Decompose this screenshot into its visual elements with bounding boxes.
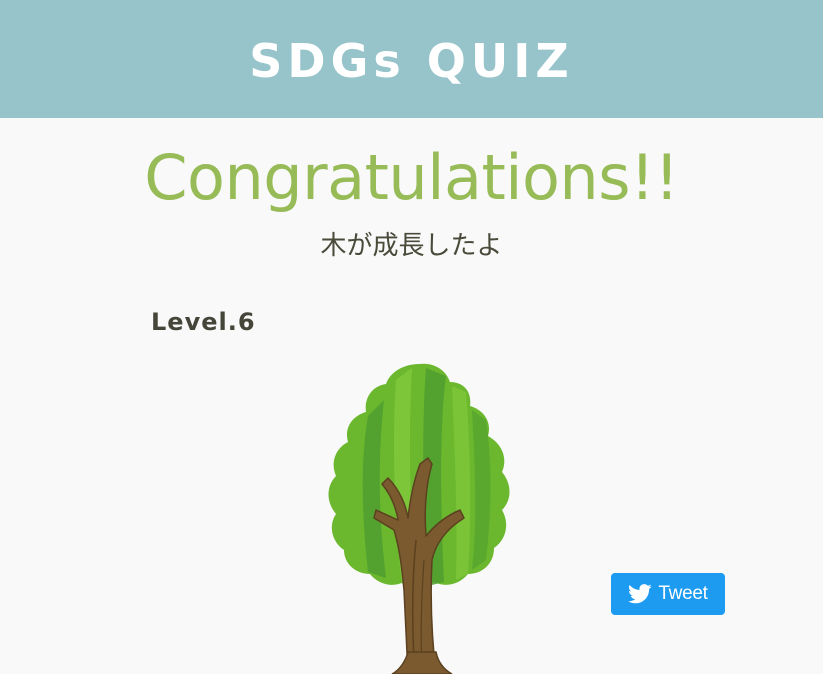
tweet-button[interactable]: Tweet bbox=[611, 573, 725, 615]
result-message: 木が成長したよ bbox=[320, 231, 503, 261]
app-title: SDGs QUIZ bbox=[249, 34, 574, 88]
tweet-label: Tweet bbox=[658, 583, 708, 604]
twitter-bird-icon bbox=[628, 584, 652, 604]
tree-icon bbox=[328, 363, 510, 674]
level-indicator: Level.6 bbox=[151, 308, 256, 336]
congratulations-heading: Congratulations!! bbox=[144, 141, 679, 214]
header-bar: SDGs QUIZ bbox=[0, 0, 823, 118]
